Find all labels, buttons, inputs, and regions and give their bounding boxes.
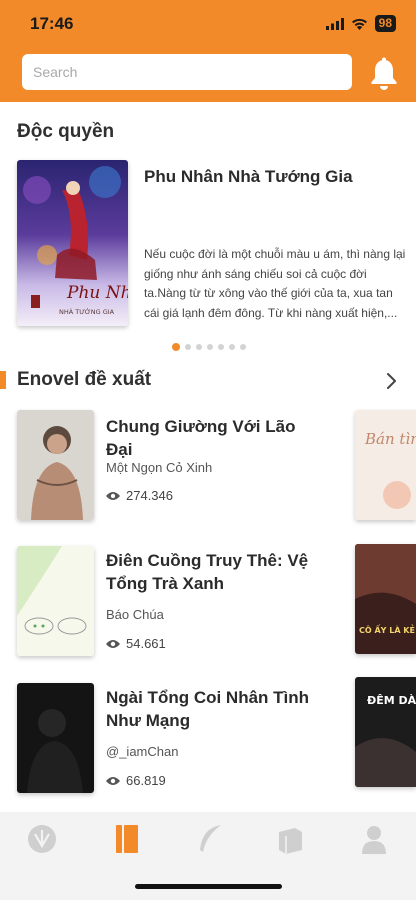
app-header: 17:46 98 [0, 0, 416, 102]
carousel-indicator [172, 343, 246, 351]
featured-book-title[interactable]: Phu Nhân Nhà Tướng Gia [144, 167, 404, 187]
book-cover[interactable] [17, 546, 94, 656]
featured-cover-subtitle: NHÀ TƯỚNG GIA [59, 307, 115, 316]
featured-cover-art: Phu Nhân NHÀ TƯỚNG GIA [17, 160, 128, 326]
book-views: 54.661 [106, 636, 166, 651]
wifi-icon [351, 18, 367, 30]
carousel-dot[interactable] [207, 344, 213, 350]
book-views: 274.346 [106, 488, 173, 503]
book-cover[interactable] [17, 683, 94, 793]
featured-book-description: Nếu cuộc đời là một chuỗi màu u ám, thì … [144, 247, 406, 320]
section-title-recommend: Enovel đề xuất [17, 369, 152, 390]
book-cover-art: CÔ ẤY LÀ KẺ VÔ [355, 544, 416, 654]
book-cover-art: ĐÊM DÀ LẮM MỘN [355, 677, 416, 787]
tab-home[interactable] [26, 822, 58, 856]
carousel-dot[interactable] [240, 344, 246, 350]
carousel-dot[interactable] [172, 343, 180, 351]
book-cover-art [17, 683, 94, 793]
tab-write[interactable] [194, 822, 226, 856]
featured-cover-title: Phu Nhân [66, 283, 128, 303]
status-icons: 98 [325, 15, 396, 32]
section-title-exclusive: Độc quyền [17, 121, 115, 142]
home-indicator [135, 884, 282, 889]
bell-icon[interactable] [368, 57, 400, 91]
book-cover-art: Bán tình [355, 410, 416, 520]
search-input[interactable] [22, 54, 352, 90]
battery-level: 98 [374, 15, 396, 32]
next-book-cover-title: ĐÊM DÀ LẮM MỘN [367, 692, 416, 707]
book-views-count: 66.819 [126, 773, 166, 788]
next-book-cover[interactable]: ĐÊM DÀ LẮM MỘN [355, 677, 416, 787]
carousel-dot[interactable] [185, 344, 191, 350]
eye-icon [106, 491, 120, 500]
tab-profile[interactable] [358, 822, 390, 856]
chevron-right-icon[interactable] [384, 372, 398, 390]
carousel-dot[interactable] [196, 344, 202, 350]
book-author: Một Ngọn Cỏ Xinh [106, 460, 213, 475]
status-time: 17:46 [30, 14, 74, 33]
book-views: 66.819 [106, 773, 166, 788]
book-cover-art [17, 410, 94, 520]
book-title[interactable]: Điên Cuồng Truy Thê: Vệ Tổng Trà Xanh [106, 549, 316, 595]
signal-bars-icon [325, 17, 344, 30]
book-author: Báo Chúa [106, 607, 164, 622]
next-book-cover[interactable]: Bán tình [355, 410, 416, 520]
tab-bookshelf[interactable] [111, 822, 143, 856]
book-cover-art [17, 546, 94, 656]
book-views-count: 54.661 [126, 636, 166, 651]
book-title[interactable]: Chung Giường Với Lão Đại [106, 415, 316, 461]
carousel-dot[interactable] [229, 344, 235, 350]
next-book-cover-title: Bán tình [364, 430, 416, 448]
section-accent-bar [0, 371, 6, 389]
book-views-count: 274.346 [126, 488, 173, 503]
eye-icon [106, 776, 120, 785]
book-cover[interactable] [17, 410, 94, 520]
book-title[interactable]: Ngài Tổng Coi Nhân Tình Như Mạng [106, 686, 316, 732]
tab-library[interactable] [275, 822, 307, 856]
carousel-dot[interactable] [218, 344, 224, 350]
eye-icon [106, 639, 120, 648]
status-bar: 17:46 98 [0, 0, 416, 48]
search-field[interactable] [22, 54, 352, 90]
next-book-cover[interactable]: CÔ ẤY LÀ KẺ VÔ [355, 544, 416, 654]
book-author: @_iamChan [106, 744, 179, 759]
featured-book-cover[interactable]: Phu Nhân NHÀ TƯỚNG GIA [17, 160, 128, 326]
